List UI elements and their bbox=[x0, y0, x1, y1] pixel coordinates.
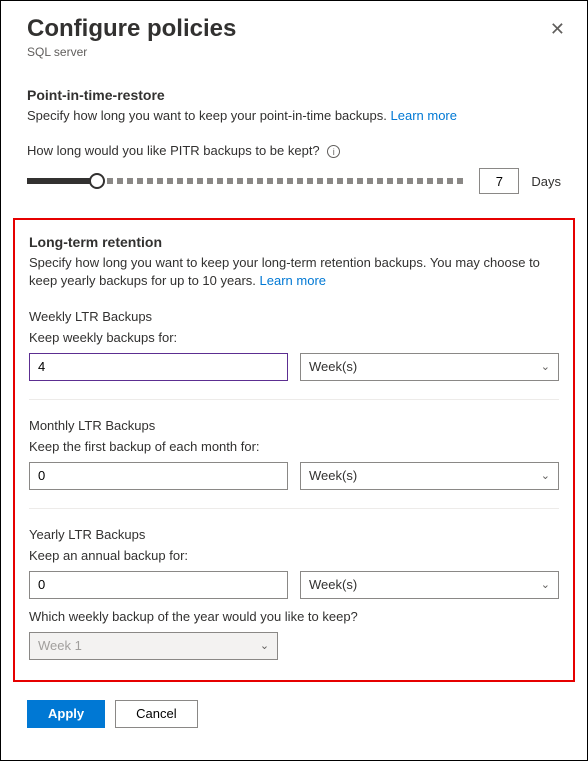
yearly-unit-select[interactable]: Week(s) ⌄ bbox=[300, 571, 559, 599]
apply-button[interactable]: Apply bbox=[27, 700, 105, 728]
monthly-heading: Monthly LTR Backups bbox=[29, 418, 559, 433]
pitr-question: How long would you like PITR backups to … bbox=[27, 143, 561, 158]
dialog-subtitle: SQL server bbox=[27, 45, 561, 59]
yearly-which-select: Week 1 ⌄ bbox=[29, 632, 278, 660]
weekly-block: Weekly LTR Backups Keep weekly backups f… bbox=[29, 309, 559, 381]
divider bbox=[29, 508, 559, 509]
ltr-learn-more-link[interactable]: Learn more bbox=[260, 273, 326, 288]
chevron-down-icon: ⌄ bbox=[541, 469, 550, 482]
close-button[interactable]: ✕ bbox=[550, 19, 565, 40]
divider bbox=[29, 399, 559, 400]
close-icon: ✕ bbox=[550, 19, 565, 39]
weekly-label: Keep weekly backups for: bbox=[29, 330, 559, 345]
monthly-block: Monthly LTR Backups Keep the first backu… bbox=[29, 418, 559, 490]
chevron-down-icon: ⌄ bbox=[541, 578, 550, 591]
pitr-description: Specify how long you want to keep your p… bbox=[27, 107, 561, 125]
pitr-title: Point-in-time-restore bbox=[27, 87, 561, 103]
weekly-value-input[interactable] bbox=[29, 353, 288, 381]
info-icon[interactable]: i bbox=[327, 145, 340, 158]
pitr-section: Point-in-time-restore Specify how long y… bbox=[1, 69, 587, 194]
weekly-unit-select[interactable]: Week(s) ⌄ bbox=[300, 353, 559, 381]
dialog-title: Configure policies bbox=[27, 15, 561, 43]
slider-thumb[interactable] bbox=[89, 173, 105, 189]
monthly-value-input[interactable] bbox=[29, 462, 288, 490]
dialog-footer: Apply Cancel bbox=[1, 682, 587, 746]
pitr-learn-more-link[interactable]: Learn more bbox=[391, 108, 457, 123]
ltr-title: Long-term retention bbox=[29, 234, 559, 250]
cancel-button[interactable]: Cancel bbox=[115, 700, 197, 728]
chevron-down-icon: ⌄ bbox=[541, 360, 550, 373]
pitr-days-unit: Days bbox=[531, 174, 561, 189]
monthly-unit-select[interactable]: Week(s) ⌄ bbox=[300, 462, 559, 490]
ltr-description: Specify how long you want to keep your l… bbox=[29, 254, 559, 290]
monthly-label: Keep the first backup of each month for: bbox=[29, 439, 559, 454]
yearly-value-input[interactable] bbox=[29, 571, 288, 599]
yearly-label: Keep an annual backup for: bbox=[29, 548, 559, 563]
pitr-slider[interactable] bbox=[27, 178, 467, 184]
chevron-down-icon: ⌄ bbox=[260, 639, 269, 652]
pitr-days-input[interactable] bbox=[479, 168, 519, 194]
weekly-heading: Weekly LTR Backups bbox=[29, 309, 559, 324]
ltr-section: Long-term retention Specify how long you… bbox=[13, 218, 575, 681]
yearly-block: Yearly LTR Backups Keep an annual backup… bbox=[29, 527, 559, 660]
dialog-header: Configure policies SQL server ✕ bbox=[1, 1, 587, 69]
yearly-which-label: Which weekly backup of the year would yo… bbox=[29, 609, 559, 624]
pitr-slider-row: Days bbox=[27, 168, 561, 194]
yearly-heading: Yearly LTR Backups bbox=[29, 527, 559, 542]
